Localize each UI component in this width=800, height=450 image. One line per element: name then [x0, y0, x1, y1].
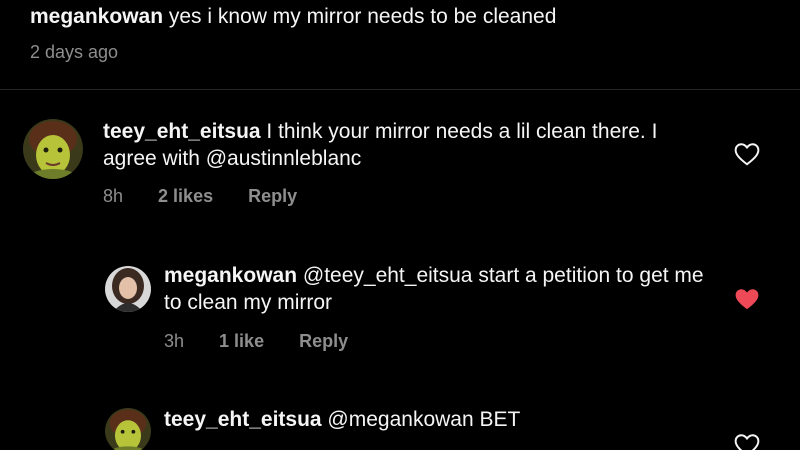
reply-button[interactable]: Reply	[299, 331, 348, 351]
comment-username[interactable]: teey_eht_eitsua	[164, 408, 322, 431]
comment-reply: megankowan @teey_eht_eitsua start a peti…	[0, 258, 800, 368]
avatar[interactable]	[105, 408, 151, 450]
comment-text-block: megankowan @teey_eht_eitsua start a peti…	[164, 262, 724, 316]
comment-text-block: teey_eht_eitsua @megankowan BET	[164, 406, 724, 433]
like-button[interactable]	[734, 433, 760, 450]
caption-timestamp: 2 days ago	[30, 42, 119, 62]
comment-timestamp: 8h	[103, 186, 124, 206]
like-button[interactable]	[734, 287, 760, 311]
likes-count[interactable]: 2 likes	[158, 186, 213, 206]
heart-outline-icon	[734, 143, 760, 166]
comment: teey_eht_eitsua I think your mirror need…	[0, 110, 800, 220]
green-ogre-avatar-icon	[105, 408, 151, 450]
comment-meta: 3h 1 like Reply	[164, 331, 378, 352]
caption-body: yes i know my mirror needs to be cleaned	[163, 5, 557, 28]
comment-text: @megankowan BET	[321, 408, 521, 431]
comment-text-block: teey_eht_eitsua I think your mirror need…	[103, 118, 703, 172]
comment-username[interactable]: teey_eht_eitsua	[103, 120, 261, 143]
caption-text: megankowan yes i know my mirror needs to…	[30, 4, 770, 30]
comments-screen: megankowan yes i know my mirror needs to…	[0, 0, 800, 450]
heart-outline-icon	[734, 434, 760, 450]
heart-filled-icon	[735, 289, 759, 310]
green-ogre-avatar-icon	[23, 119, 83, 179]
divider	[0, 89, 800, 90]
comment-username[interactable]: megankowan	[164, 264, 297, 287]
avatar[interactable]	[23, 119, 83, 179]
comment-reply: teey_eht_eitsua @megankowan BET	[0, 400, 800, 450]
like-button[interactable]	[734, 142, 760, 166]
caption-username[interactable]: megankowan	[30, 5, 163, 28]
woman-portrait-avatar-icon	[105, 266, 151, 312]
reply-button[interactable]: Reply	[248, 186, 297, 206]
comment-timestamp: 3h	[164, 331, 185, 351]
post-caption: megankowan yes i know my mirror needs to…	[30, 4, 770, 63]
likes-count[interactable]: 1 like	[219, 331, 264, 351]
avatar[interactable]	[105, 266, 151, 312]
comment-meta: 8h 2 likes Reply	[103, 186, 327, 207]
